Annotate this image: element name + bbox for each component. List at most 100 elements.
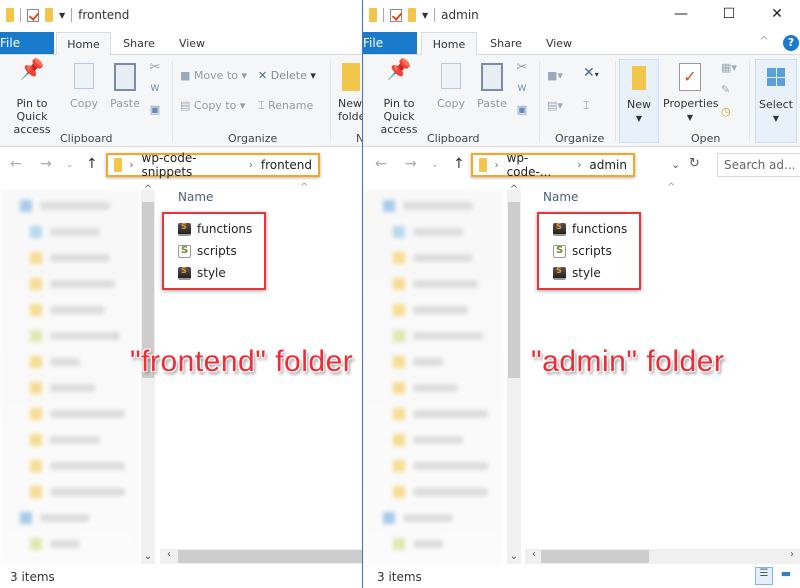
paste-button[interactable]: Paste — [475, 63, 509, 110]
tab-file[interactable]: File — [363, 32, 417, 54]
move-to-button[interactable]: ■ Move to ▾ — [180, 69, 247, 82]
recent-locations-icon[interactable]: ⌄ — [66, 160, 74, 170]
tab-share[interactable]: Share — [116, 32, 162, 55]
minimize-icon[interactable]: — — [671, 6, 691, 22]
search-input[interactable]: Search ad... — [717, 153, 800, 177]
scroll-thumb[interactable] — [508, 202, 520, 378]
column-header-name[interactable]: Name — [543, 190, 578, 204]
address-dropdown-icon[interactable]: ⌄ — [671, 158, 680, 171]
up-arrow-icon[interactable]: ↑ — [453, 156, 465, 172]
tab-share[interactable]: Share — [483, 32, 529, 55]
scroll-left-icon[interactable]: ‹ — [527, 549, 541, 560]
customize-toolbar-icon[interactable]: ▼ — [422, 11, 428, 20]
horizontal-scrollbar[interactable]: ‹ — [160, 549, 362, 564]
new-folder-button[interactable]: New folder — [338, 63, 362, 123]
recent-locations-icon[interactable]: ⌄ — [431, 160, 439, 170]
copy-to-button[interactable]: ▤ Copy to ▾ — [180, 99, 245, 112]
delete-icon: ✕ — [258, 69, 268, 82]
move-to-button[interactable]: ■▾ — [547, 69, 563, 82]
pin-to-quick-access-button[interactable]: 📌 Pin to Quick access — [2, 59, 62, 136]
copy-button[interactable]: Copy — [435, 63, 467, 110]
file-item[interactable]: scripts — [178, 240, 264, 262]
back-arrow-icon[interactable]: ← — [375, 156, 387, 172]
select-button[interactable]: Select ▼ — [755, 59, 797, 143]
file-item[interactable]: style — [178, 262, 264, 284]
cut-icon[interactable]: ✂ — [148, 61, 162, 74]
collapse-ribbon-icon[interactable]: ^ — [759, 34, 769, 48]
properties-icon[interactable] — [390, 8, 402, 22]
pin-to-quick-access-button[interactable]: 📌 Pin to Quick access — [369, 59, 429, 136]
tab-home[interactable]: Home — [56, 32, 111, 56]
properties-icon[interactable] — [27, 8, 39, 22]
delete-button[interactable]: ✕ Delete ▾ — [258, 69, 316, 82]
properties-button[interactable]: ✓ Properties ▼ — [663, 63, 719, 124]
scroll-right-icon[interactable]: › — [785, 549, 799, 560]
copy-path-icon[interactable]: W — [515, 83, 529, 96]
maximize-icon[interactable]: ☐ — [719, 6, 739, 22]
paste-icon — [108, 63, 142, 97]
breadcrumb-item[interactable]: admin — [589, 158, 627, 172]
customize-toolbar-icon[interactable]: ▼ — [59, 11, 65, 20]
copy-to-button[interactable]: ▤▾ — [547, 99, 563, 112]
delete-button[interactable]: ✕▾ — [583, 66, 599, 81]
close-icon[interactable]: ✕ — [767, 6, 787, 22]
rename-button[interactable]: ⌶ — [583, 99, 590, 112]
up-arrow-icon[interactable]: ↑ — [86, 156, 98, 172]
new-button[interactable]: New ▼ — [619, 59, 659, 143]
copy-icon — [68, 63, 100, 97]
address-bar[interactable]: › wp-code-... › admin — [471, 151, 635, 179]
navigation-pane[interactable] — [363, 190, 503, 564]
scroll-up-icon[interactable]: ^ — [141, 184, 155, 195]
navigation-bar: ← → ⌄ ↑ › wp-code-... › admin ⌄ ↻ Search… — [363, 148, 800, 182]
divider — [71, 8, 73, 22]
tab-home[interactable]: Home — [421, 32, 477, 56]
status-item-count: 3 items — [377, 570, 422, 584]
history-icon[interactable]: ◷ — [721, 105, 731, 118]
sublime-file-icon — [553, 266, 566, 280]
file-item[interactable]: functions — [553, 218, 639, 240]
paste-shortcut-icon[interactable]: ▣ — [515, 103, 529, 116]
group-label-organize: Organize — [555, 132, 605, 145]
large-icons-view-icon[interactable]: ▬ — [777, 567, 795, 585]
scroll-down-icon[interactable]: ⌄ — [141, 551, 155, 562]
tab-view[interactable]: View — [537, 32, 581, 55]
copy-button[interactable]: Copy — [68, 63, 100, 110]
quick-access-toolbar: ▼ frontend — [6, 8, 129, 22]
title-bar: ▼ frontend — [0, 0, 362, 32]
refresh-icon[interactable]: ↻ — [689, 156, 700, 171]
file-item[interactable]: functions — [178, 218, 264, 240]
breadcrumb-item[interactable]: wp-code-... — [507, 151, 570, 179]
details-view-icon[interactable]: ☰ — [755, 567, 773, 585]
horizontal-scrollbar[interactable]: ‹ › — [525, 549, 800, 564]
scroll-down-icon[interactable]: ⌄ — [507, 551, 521, 562]
file-item[interactable]: style — [553, 262, 639, 284]
breadcrumb-item[interactable]: wp-code-snippets — [142, 151, 241, 179]
cut-icon[interactable]: ✂ — [515, 61, 529, 74]
group-label-clipboard: Clipboard — [60, 132, 113, 145]
tab-file[interactable]: File — [0, 32, 54, 54]
back-arrow-icon[interactable]: ← — [10, 156, 22, 172]
nav-pane-scrollbar[interactable]: ^ ⌄ — [507, 184, 521, 564]
file-item[interactable]: scripts — [553, 240, 639, 262]
rename-button[interactable]: ⌶ Rename — [258, 99, 313, 112]
forward-arrow-icon[interactable]: → — [40, 156, 52, 172]
address-bar[interactable]: › wp-code-snippets › frontend — [106, 151, 320, 179]
scroll-thumb[interactable] — [178, 550, 362, 563]
scroll-thumb[interactable] — [541, 550, 649, 563]
breadcrumb-item[interactable]: frontend — [261, 158, 312, 172]
forward-arrow-icon[interactable]: → — [405, 156, 417, 172]
paste-shortcut-icon[interactable]: ▣ — [148, 103, 162, 116]
edit-icon[interactable]: ✎ — [721, 83, 730, 96]
column-header-name[interactable]: Name — [178, 190, 213, 204]
scroll-left-icon[interactable]: ‹ — [162, 549, 176, 560]
navigation-pane[interactable] — [0, 190, 140, 564]
folder-icon — [114, 158, 122, 172]
new-folder-icon[interactable] — [408, 8, 416, 22]
scroll-up-icon[interactable]: ^ — [507, 184, 521, 195]
new-folder-icon[interactable] — [45, 8, 53, 22]
tab-view[interactable]: View — [170, 32, 214, 55]
open-icon[interactable]: ▦▾ — [721, 61, 737, 74]
copy-path-icon[interactable]: W — [148, 83, 162, 96]
help-icon[interactable]: ? — [783, 35, 799, 51]
paste-button[interactable]: Paste — [108, 63, 142, 110]
